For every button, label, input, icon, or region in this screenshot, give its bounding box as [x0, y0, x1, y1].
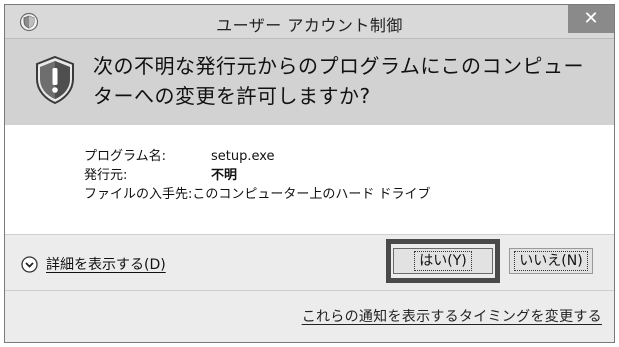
file-origin-label: ファイルの入手先:	[84, 187, 193, 202]
publisher-row: 発行元: 不明	[84, 166, 431, 185]
close-icon: ✕	[583, 8, 599, 29]
title-bar: ユーザー アカウント制御 ✕	[5, 5, 614, 39]
footer-divider	[5, 290, 614, 291]
warning-shield-icon	[36, 55, 74, 105]
yes-button[interactable]: はい(Y)	[393, 248, 493, 274]
no-button[interactable]: いいえ(N)	[509, 248, 593, 274]
show-details-toggle[interactable]: 詳細を表示する(D)	[21, 254, 166, 274]
dialog-footer: 詳細を表示する(D) はい(Y) いいえ(N) これらの通知を表示するタイミング…	[5, 235, 614, 342]
file-origin-value: このコンピューター上のハード ドライブ	[192, 187, 431, 202]
chevron-down-circle-icon	[21, 255, 38, 273]
program-details: プログラム名: setup.exe 発行元: 不明 ファイルの入手先: このコン…	[84, 147, 431, 204]
publisher-value: 不明	[211, 168, 238, 183]
close-button[interactable]: ✕	[568, 5, 614, 33]
program-row: プログラム名: setup.exe	[84, 147, 431, 166]
program-name-label: プログラム名:	[84, 149, 166, 164]
publisher-label: 発行元:	[84, 168, 128, 183]
prompt-question: 次の不明な発行元からのプログラムにこのコンピューターへの変更を許可しますか?	[93, 54, 584, 108]
origin-row: ファイルの入手先: このコンピューター上のハード ドライブ	[84, 185, 431, 204]
yes-button-label: はい(Y)	[414, 251, 472, 271]
question-header: 次の不明な発行元からのプログラムにこのコンピューターへの変更を許可しますか?	[5, 39, 614, 125]
window-title: ユーザー アカウント制御	[216, 16, 403, 35]
no-button-label: いいえ(N)	[514, 251, 588, 271]
uac-dialog: ユーザー アカウント制御 ✕ 次の不明な発行元からのプログラムにこのコンピュータ…	[4, 4, 615, 343]
show-details-label: 詳細を表示する(D)	[46, 257, 166, 273]
change-notification-settings-link[interactable]: これらの通知を表示するタイミングを変更する	[302, 306, 602, 326]
program-name-value: setup.exe	[211, 149, 275, 164]
